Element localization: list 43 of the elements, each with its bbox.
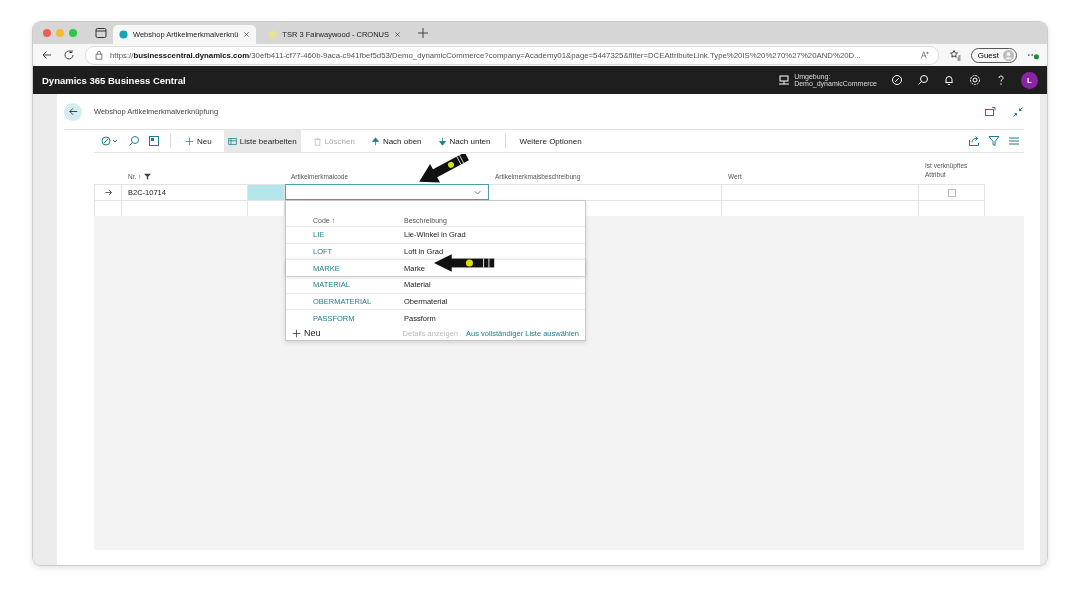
sidebar-icon[interactable] bbox=[95, 27, 107, 39]
close-tab-icon[interactable] bbox=[243, 31, 251, 38]
arrow-up-icon bbox=[370, 136, 380, 146]
site-icon bbox=[268, 30, 278, 39]
back-button[interactable] bbox=[64, 102, 82, 121]
plus-icon bbox=[185, 136, 194, 146]
arrow-down-icon bbox=[437, 136, 447, 146]
attribute-code-field[interactable] bbox=[285, 184, 489, 200]
lock-icon bbox=[94, 50, 104, 60]
trash-icon bbox=[312, 136, 322, 146]
reload-icon[interactable] bbox=[63, 49, 75, 61]
back-icon[interactable] bbox=[41, 49, 53, 61]
edit-button[interactable]: Liste bearbeiten bbox=[223, 130, 301, 152]
settings-icon[interactable] bbox=[969, 74, 981, 86]
plus-icon bbox=[292, 328, 301, 338]
search-icon[interactable] bbox=[917, 74, 929, 86]
pointer-arrow-icon bbox=[434, 254, 496, 272]
up-button[interactable]: Nach oben bbox=[366, 130, 426, 152]
linked-attribute-checkbox[interactable] bbox=[947, 188, 956, 197]
collapse-icon[interactable] bbox=[1012, 105, 1024, 118]
new-button[interactable]: Neu bbox=[181, 130, 216, 152]
back-arrow-icon bbox=[67, 106, 79, 117]
app-title[interactable]: Dynamics 365 Business Central bbox=[42, 74, 186, 86]
down-button[interactable]: Nach unten bbox=[433, 130, 495, 152]
table-edit-icon bbox=[227, 136, 237, 146]
user-avatar[interactable]: L bbox=[1021, 71, 1038, 89]
filter-icon[interactable] bbox=[988, 135, 1000, 147]
new-button[interactable]: Neu bbox=[292, 328, 321, 339]
open-in-new-window-icon[interactable] bbox=[984, 105, 996, 118]
share-icon[interactable] bbox=[968, 135, 980, 147]
new-tab-icon[interactable] bbox=[417, 27, 430, 39]
filter-icon[interactable] bbox=[144, 173, 152, 180]
bell-icon[interactable] bbox=[943, 74, 955, 86]
current-row-icon bbox=[103, 188, 113, 197]
site-icon bbox=[119, 30, 128, 39]
close-tab-icon[interactable] bbox=[394, 31, 402, 38]
read-aloud-icon[interactable] bbox=[919, 50, 930, 60]
favorites-icon[interactable] bbox=[948, 49, 961, 61]
avatar-silhouette-icon bbox=[1003, 49, 1014, 61]
environment-icon bbox=[778, 74, 791, 86]
help-icon[interactable] bbox=[995, 74, 1007, 86]
more-button[interactable]: Weitere Optionen bbox=[515, 130, 586, 152]
layout-icon[interactable] bbox=[148, 135, 160, 147]
